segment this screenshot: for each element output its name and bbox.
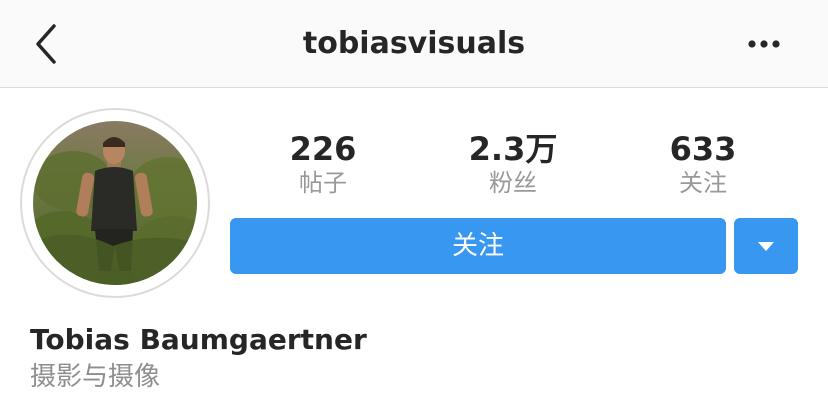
page-title: tobiasvisuals bbox=[302, 26, 526, 61]
posts-stat[interactable]: 226 帖子 bbox=[238, 130, 408, 198]
following-label: 关注 bbox=[679, 169, 727, 197]
profile-photo bbox=[33, 121, 197, 285]
suggested-accounts-button[interactable] bbox=[734, 218, 798, 274]
profile-bio: 摄影与摄像 bbox=[30, 362, 161, 392]
avatar-ring[interactable] bbox=[20, 108, 210, 298]
following-stat[interactable]: 633 关注 bbox=[618, 130, 788, 198]
posts-label: 帖子 bbox=[299, 169, 347, 197]
more-options-button[interactable] bbox=[738, 26, 790, 62]
more-horizontal-icon bbox=[748, 40, 780, 48]
navigation-bar: tobiasvisuals bbox=[0, 0, 828, 88]
followers-stat[interactable]: 2.3万 粉丝 bbox=[428, 130, 598, 198]
followers-label: 粉丝 bbox=[489, 169, 537, 197]
profile-full-name: Tobias Baumgaertner bbox=[30, 323, 367, 356]
followers-count: 2.3万 bbox=[468, 130, 558, 168]
follow-button[interactable]: 关注 bbox=[230, 218, 726, 274]
caret-down-icon bbox=[758, 242, 774, 251]
avatar[interactable] bbox=[33, 121, 197, 285]
posts-count: 226 bbox=[289, 130, 357, 168]
following-count: 633 bbox=[669, 130, 737, 168]
